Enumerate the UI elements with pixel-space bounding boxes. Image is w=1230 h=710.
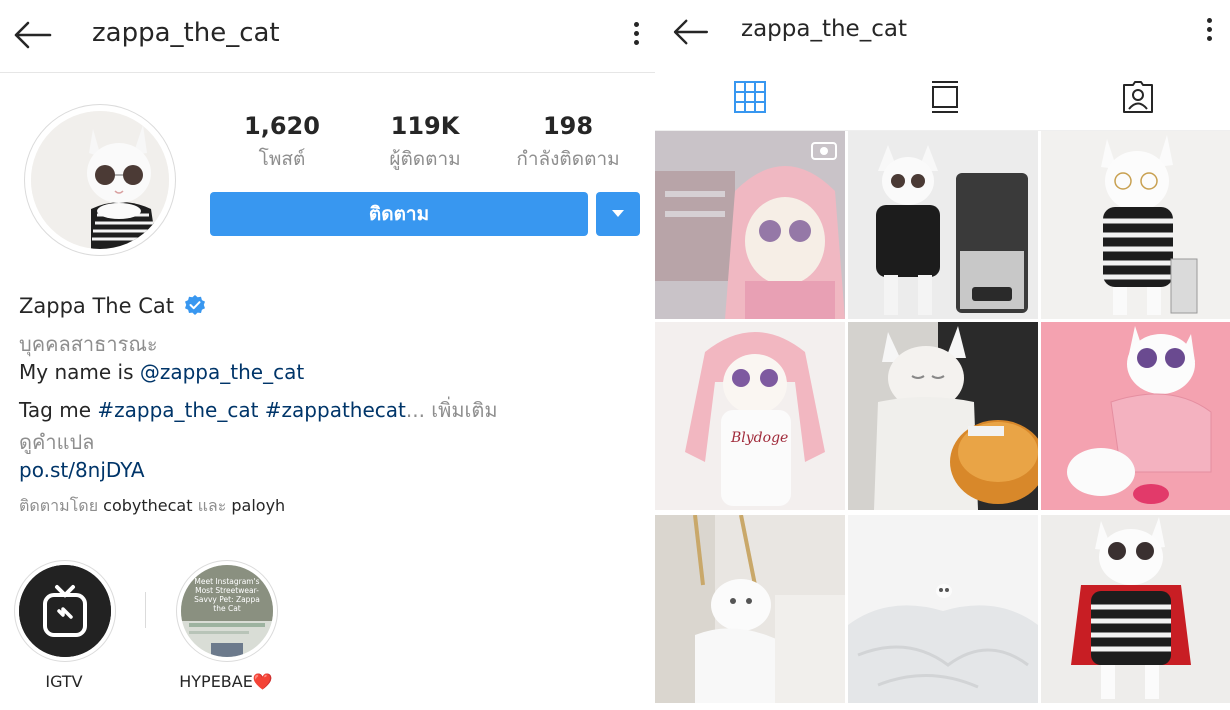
bio-more-link[interactable]: ... เพิ่มเติม (406, 398, 498, 422)
display-name: Zappa The Cat (19, 294, 174, 318)
igtv-icon (19, 565, 111, 657)
bio-line-1: My name is @zappa_the_cat (19, 360, 304, 384)
profile-header: zappa_the_cat (0, 0, 655, 73)
highlight-igtv-label: IGTV (45, 672, 83, 691)
bio-line-2-text: Tag me (19, 398, 98, 422)
highlight-hypebae[interactable]: Meet Instagram's Most Streetwear-Savvy P… (176, 560, 278, 691)
stat-posts-label: โพสต์ (258, 148, 306, 170)
grid-post-9[interactable] (1041, 515, 1230, 703)
highlight-hypebae-ring: Meet Instagram's Most Streetwear-Savvy P… (176, 560, 278, 662)
profile-pane: zappa_the_cat 1,620 โพสต์ 119K ผู้ติดตาม… (0, 0, 655, 710)
header-username: zappa_the_cat (92, 18, 280, 48)
video-icon (811, 142, 837, 160)
grid-post-4[interactable]: Blydoge (655, 322, 845, 510)
back-arrow-icon[interactable] (12, 20, 52, 50)
followed-by-row[interactable]: ติดตามโดย cobythecat และ paloyh (19, 494, 285, 519)
grid-post-3[interactable] (1041, 131, 1230, 319)
highlight-hypebae-label: HYPEBAE❤️ (179, 672, 273, 691)
followed-by-prefix: ติดตามโดย (19, 496, 104, 515)
stat-following[interactable]: 198 กำลังติดตาม (498, 112, 638, 174)
stat-following-label: กำลังติดตาม (516, 148, 620, 170)
followed-by-and: และ (192, 496, 232, 515)
suggested-dropdown-button[interactable] (596, 192, 640, 236)
stat-followers[interactable]: 119K ผู้ติดตาม (355, 112, 495, 174)
highlight-igtv-ring (14, 560, 116, 662)
stat-followers-label: ผู้ติดตาม (389, 148, 461, 170)
grid-post-8[interactable] (848, 515, 1038, 703)
bio-line-1-text: My name is (19, 360, 140, 384)
stat-posts[interactable]: 1,620 โพสต์ (212, 112, 352, 174)
chevron-down-icon (612, 210, 624, 217)
grid-header-username: zappa_the_cat (741, 16, 907, 42)
feed-icon[interactable] (928, 80, 962, 114)
display-name-row: Zappa The Cat (19, 294, 206, 318)
stat-following-value: 198 (542, 112, 594, 140)
highlight-igtv-cover (19, 565, 111, 657)
back-arrow-icon[interactable] (671, 18, 709, 46)
grid-post-6[interactable] (1041, 322, 1230, 510)
more-options-icon[interactable] (631, 22, 641, 52)
stat-posts-value: 1,620 (244, 112, 320, 140)
profile-avatar[interactable] (24, 104, 176, 256)
stat-followers-value: 119K (390, 112, 460, 140)
grid-post-1[interactable] (655, 131, 845, 319)
bio-mention-link[interactable]: @zappa_the_cat (140, 360, 304, 384)
grid-header: zappa_the_cat (655, 0, 1230, 64)
highlight-divider (145, 592, 146, 628)
followed-by-user-2[interactable]: paloyh (231, 496, 285, 515)
follow-button[interactable]: ติดตาม (210, 192, 588, 236)
grid-post-2[interactable] (848, 131, 1038, 319)
grid-icon[interactable] (733, 80, 767, 114)
highlight-igtv[interactable]: IGTV (14, 560, 116, 691)
highlight-hypebae-thumb-text: Meet Instagram's Most Streetwear-Savvy P… (194, 577, 260, 613)
grid-post-5[interactable] (848, 322, 1038, 510)
highlight-hypebae-cover: Meet Instagram's Most Streetwear-Savvy P… (181, 565, 273, 657)
grid-pane: zappa_the_cat Blydoge (655, 0, 1230, 710)
profile-tabs (655, 66, 1230, 131)
followed-by-user-1[interactable]: cobythecat (103, 496, 192, 515)
more-options-icon[interactable] (1204, 18, 1214, 48)
avatar-image (31, 111, 169, 249)
website-link[interactable]: po.st/8njDYA (19, 458, 145, 482)
profile-category: บุคคลสาธารณะ (19, 332, 158, 356)
translate-link[interactable]: ดูคำแปล (19, 426, 94, 458)
svg-text:Blydoge: Blydoge (730, 430, 788, 446)
bio-line-2: Tag me #zappa_the_cat #zappathecat... เพ… (19, 394, 498, 426)
grid-post-7[interactable] (655, 515, 845, 703)
bio-hashtags-link[interactable]: #zappa_the_cat #zappathecat (97, 398, 406, 422)
tagged-icon[interactable] (1121, 80, 1155, 114)
verified-badge-icon (184, 295, 205, 315)
